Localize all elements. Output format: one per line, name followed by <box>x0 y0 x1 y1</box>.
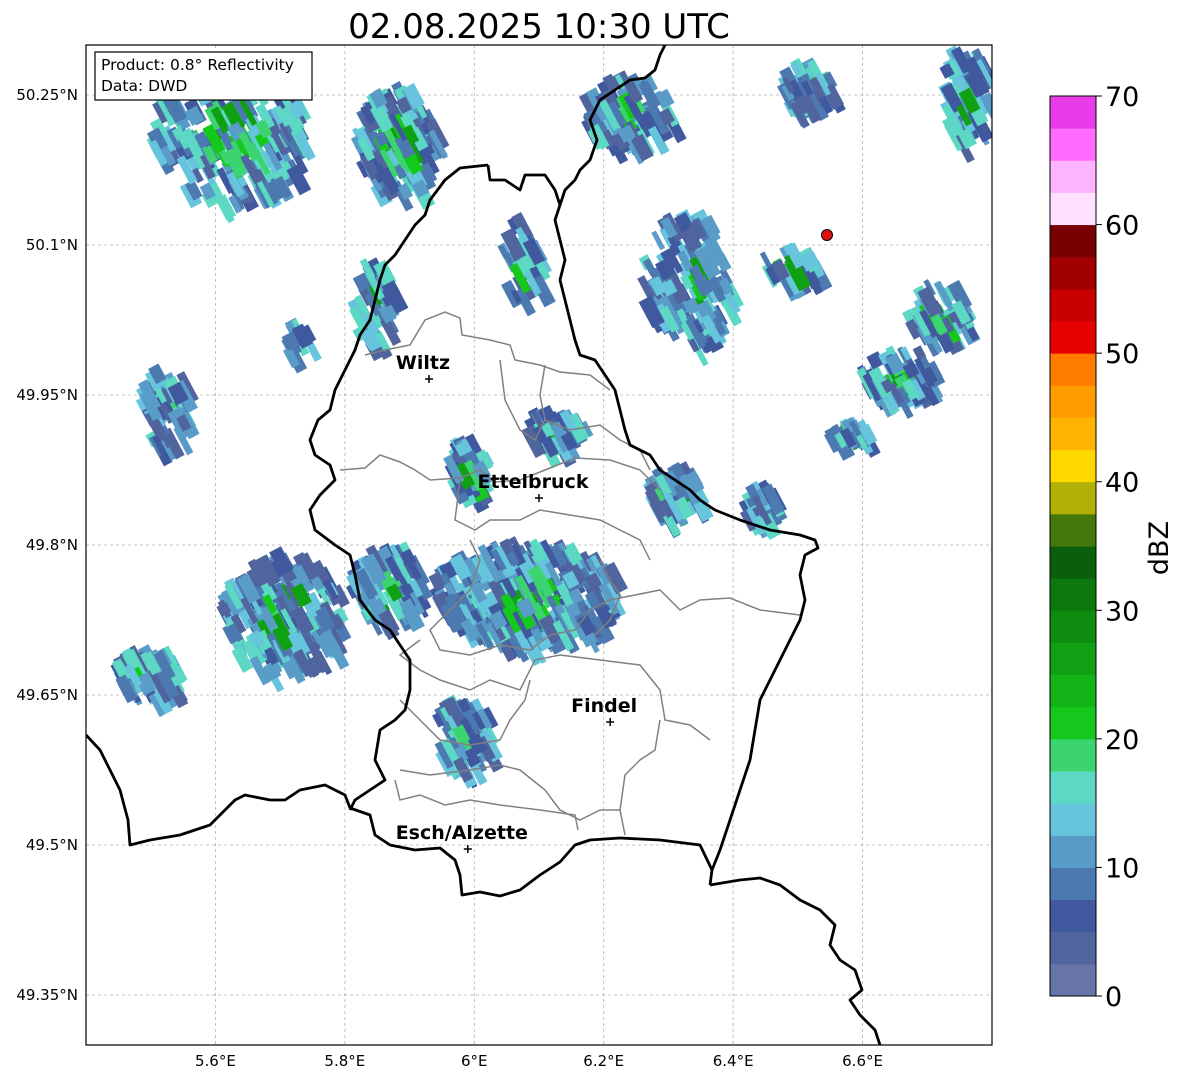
radar-figure: 02.08.2025 10:30 UTC Wiltz Ettelbruck Fi… <box>0 0 1184 1081</box>
colorbar-tick-label: 10 <box>1105 853 1139 884</box>
radar-echoes <box>110 45 992 789</box>
colorbar-segment <box>1050 96 1096 129</box>
colorbar-tick-label: 70 <box>1105 82 1139 113</box>
colorbar-segment <box>1050 224 1096 258</box>
colorbar-tick-label: 20 <box>1105 725 1139 756</box>
colorbar-segment <box>1050 513 1096 547</box>
info-product: Product: 0.8° Reflectivity <box>101 56 294 74</box>
colorbar-segment <box>1050 192 1096 226</box>
colorbar-tick-label: 0 <box>1105 982 1122 1013</box>
y-tick-label: 50.1°N <box>26 236 78 254</box>
colorbar-tick-label: 50 <box>1105 339 1139 370</box>
city-label: Esch/Alzette <box>396 822 528 844</box>
colorbar-segment <box>1050 931 1096 965</box>
colorbar-segment <box>1050 417 1096 451</box>
red-location-marker <box>820 229 833 241</box>
colorbar-segment <box>1050 546 1096 579</box>
colorbar-segment <box>1050 481 1096 515</box>
x-tick-label: 6°E <box>461 1052 488 1070</box>
colorbar-segment <box>1050 288 1096 322</box>
colorbar-segment <box>1050 771 1096 804</box>
city-label: Ettelbruck <box>478 471 589 493</box>
colorbar-segment <box>1050 706 1096 740</box>
y-tick-label: 49.35°N <box>16 986 78 1004</box>
colorbar-segment <box>1050 578 1096 611</box>
colorbar-segment <box>1050 256 1096 290</box>
colorbar-tick-label: 60 <box>1105 211 1139 242</box>
y-tick-label: 50.25°N <box>16 86 78 104</box>
info-source: Data: DWD <box>101 77 187 95</box>
radar-plot: 02.08.2025 10:30 UTC WiltzEttelbruckFind… <box>16 7 1175 1070</box>
colorbar-segment <box>1050 160 1096 193</box>
x-tick-label: 6.2°E <box>583 1052 624 1070</box>
colorbar-segment <box>1050 899 1096 933</box>
colorbar-segment <box>1050 128 1096 161</box>
colorbar-segment <box>1050 867 1096 901</box>
colorbar-segment <box>1050 963 1096 997</box>
colorbar-label: dBZ <box>1144 521 1175 575</box>
colorbar-segment <box>1050 835 1096 868</box>
x-tick-label: 5.6°E <box>195 1052 236 1070</box>
colorbar-segment <box>1050 385 1096 418</box>
plot-title: 02.08.2025 10:30 UTC <box>348 7 730 47</box>
y-axis-ticks: 50.25°N 50.1°N 49.95°N 49.8°N 49.65°N 49.5°N 4… <box>16 86 78 1004</box>
colorbar: 0 10 20 30 40 50 60 70 <box>1049 82 1139 1013</box>
city-label: Wiltz <box>396 352 450 374</box>
colorbar-segment <box>1050 610 1096 643</box>
colorbar-segment <box>1050 353 1096 386</box>
colorbar-segment <box>1050 738 1096 772</box>
colorbar-segment <box>1050 642 1096 676</box>
x-axis-ticks: 5.6°E 5.8°E 6°E 6.2°E 6.4°E 6.6°E <box>195 1052 883 1070</box>
y-tick-label: 49.65°N <box>16 686 78 704</box>
x-tick-label: 6.4°E <box>713 1052 754 1070</box>
colorbar-segment <box>1050 321 1096 354</box>
colorbar-tick-label: 30 <box>1105 596 1139 627</box>
info-box: Product: 0.8° Reflectivity Data: DWD <box>94 51 313 101</box>
x-tick-label: 6.6°E <box>842 1052 883 1070</box>
map-area: Wiltz Ettelbruck Findel Esch/Alzette <box>86 45 992 1045</box>
colorbar-segment <box>1050 449 1096 483</box>
city-label: Findel <box>571 695 637 717</box>
y-tick-label: 49.95°N <box>16 386 78 404</box>
y-tick-label: 49.5°N <box>26 836 78 854</box>
x-tick-label: 5.8°E <box>324 1052 365 1070</box>
colorbar-segment <box>1050 674 1096 708</box>
y-tick-label: 49.8°N <box>26 536 78 554</box>
colorbar-segment <box>1050 803 1096 836</box>
colorbar-tick-label: 40 <box>1105 468 1139 499</box>
